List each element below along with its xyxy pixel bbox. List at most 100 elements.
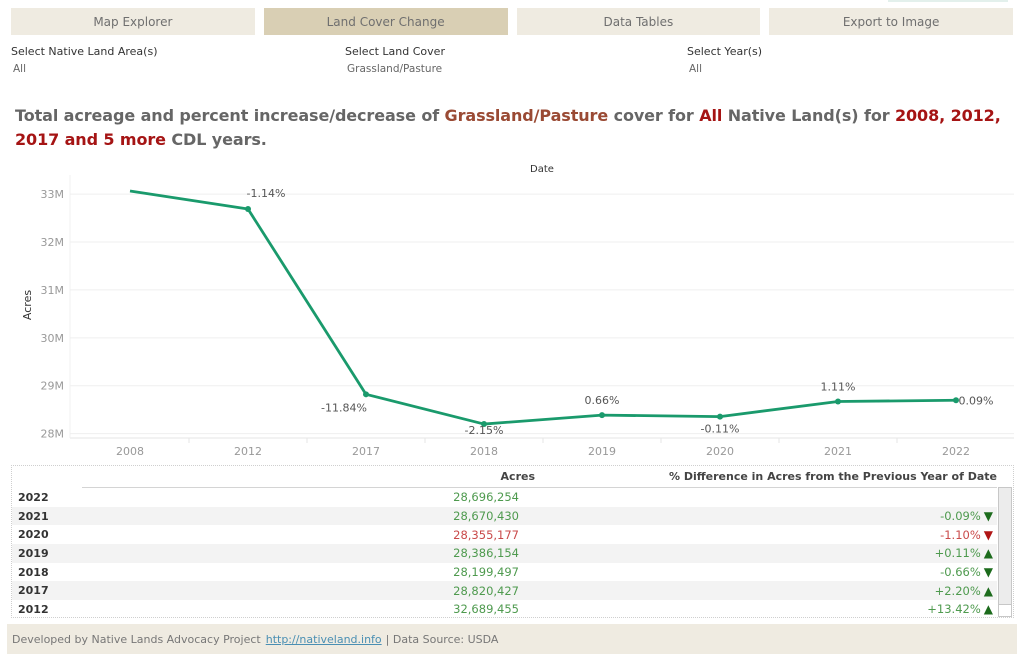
year-filter-value[interactable]: All [687, 63, 762, 75]
table-row: 2021 28,670,430 -0.09% ▼ [12, 506, 997, 526]
row-acres: 32,689,455 [453, 602, 519, 617]
title-land-cover: Grassland/Pasture [444, 106, 609, 125]
year-filter[interactable]: Select Year(s) All [687, 45, 762, 75]
x-tick-label: 2021 [824, 445, 852, 458]
row-pct-value: +2.20% [934, 583, 981, 598]
data-label: 0.09% [959, 394, 994, 407]
row-acres: 28,670,430 [453, 509, 519, 524]
data-label: 1.11% [821, 380, 856, 393]
land-cover-filter[interactable]: Select Land Cover Grassland/Pasture [345, 45, 445, 75]
row-acres: 28,820,427 [453, 583, 519, 598]
footer-source: | Data Source: USDA [385, 632, 499, 646]
row-year: 2021 [18, 509, 49, 523]
land-cover-filter-label: Select Land Cover [345, 45, 445, 58]
row-pct: +13.42% ▲ [927, 602, 993, 616]
line-chart: Date Acres 28M 29M 30M 31M 32M 33M 2008 2012 201… [21, 164, 1014, 458]
row-year: 2022 [18, 490, 49, 504]
down-triangle-icon: ▼ [983, 527, 993, 542]
row-pct-value: -0.09% [940, 509, 981, 524]
scrollbar-thumb[interactable] [999, 488, 1011, 605]
data-table: Acres % Difference in Acres from the Pre… [11, 465, 1014, 618]
footer-credit: Developed by Native Lands Advocacy Proje… [12, 632, 261, 646]
row-pct-value: -1.10% [940, 527, 981, 542]
x-tick-label: 2020 [706, 445, 734, 458]
title-text: CDL years. [165, 130, 267, 149]
row-pct: -0.66% ▼ [940, 565, 993, 579]
data-point[interactable] [599, 412, 605, 419]
data-label: -1.14% [247, 187, 286, 200]
table-row: 2018 28,199,497 -0.66% ▼ [12, 563, 997, 582]
title-text: cover for [608, 106, 700, 125]
nav-tabs: Map Explorer Land Cover Change Data Tabl… [11, 8, 1013, 35]
header-pct-difference[interactable]: % Difference in Acres from the Previous … [669, 470, 997, 483]
x-tick-label: 2022 [942, 445, 970, 458]
row-pct: +2.20% ▲ [935, 584, 993, 598]
tab-export-to-image[interactable]: Export to Image [769, 8, 1013, 35]
x-tick-label: 2017 [352, 445, 380, 458]
row-pct-value: +0.11% [934, 546, 981, 561]
table-header: Acres % Difference in Acres from the Pre… [12, 466, 1013, 487]
down-triangle-icon: ▼ [983, 509, 993, 524]
title-text: Total acreage and percent increase/decre… [15, 106, 445, 125]
row-pct-value: -0.66% [940, 565, 981, 580]
header-acres[interactable]: Acres [501, 470, 535, 483]
row-pct-value: +13.42% [927, 602, 981, 617]
y-tick-label: 31M [41, 284, 65, 297]
row-year: 2019 [18, 546, 49, 560]
row-acres: 28,696,254 [453, 490, 519, 505]
tab-land-cover-change[interactable]: Land Cover Change [263, 8, 508, 35]
row-acres: 28,386,154 [453, 546, 519, 561]
table-body: 2022 28,696,254 2021 28,670,430 -0.09% ▼ 2020 2… [12, 488, 997, 619]
native-land-filter[interactable]: Select Native Land Area(s) All [11, 45, 158, 75]
row-acres: 28,199,497 [453, 565, 519, 580]
tab-map-explorer[interactable]: Map Explorer [11, 8, 255, 35]
tab-data-tables[interactable]: Data Tables [516, 8, 761, 35]
native-land-filter-label: Select Native Land Area(s) [11, 45, 158, 58]
data-point[interactable] [717, 413, 723, 420]
data-point[interactable] [835, 398, 841, 405]
row-pct: -0.09% ▼ [940, 509, 993, 523]
land-cover-filter-value[interactable]: Grassland/Pasture [345, 63, 445, 75]
x-tick-label: 2019 [588, 445, 616, 458]
year-filter-label: Select Year(s) [687, 45, 763, 58]
up-triangle-icon: ▲ [983, 583, 993, 598]
down-triangle-icon: ▼ [983, 565, 993, 580]
y-tick-label: 28M [41, 428, 65, 441]
title-text: Native Land(s) for [722, 106, 895, 125]
data-label: -0.11% [701, 423, 740, 436]
native-land-filter-value[interactable]: All [11, 63, 158, 75]
row-year: 2018 [18, 565, 49, 579]
row-pct: +0.11% ▲ [935, 546, 993, 560]
y-tick-label: 30M [41, 332, 65, 345]
footer-link[interactable]: http://nativeland.info [266, 633, 382, 646]
row-year: 2020 [18, 528, 49, 542]
table-row: 2020 28,355,177 -1.10% ▼ [12, 525, 997, 544]
data-label: -11.84% [321, 401, 367, 414]
page-title: Total acreage and percent increase/decre… [15, 104, 1005, 152]
table-row: 2012 32,689,455 +13.42% ▲ [12, 600, 997, 619]
row-acres: 28,355,177 [453, 527, 519, 542]
y-tick-label: 32M [41, 236, 65, 249]
x-tick-label: 2018 [470, 445, 498, 458]
table-row: 2017 28,820,427 +2.20% ▲ [12, 581, 997, 601]
x-tick-label: 2008 [116, 445, 144, 458]
row-year: 2012 [18, 602, 49, 616]
table-row: 2022 28,696,254 [12, 488, 997, 507]
y-axis-title: Acres [21, 290, 34, 320]
data-point[interactable] [245, 206, 251, 213]
up-triangle-icon: ▲ [983, 546, 993, 561]
table-row: 2019 28,386,154 +0.11% ▲ [12, 544, 997, 563]
data-label: -2.15% [465, 424, 504, 437]
up-triangle-icon: ▲ [983, 602, 993, 617]
title-area: All [699, 106, 723, 125]
footer: Developed by Native Lands Advocacy Proje… [7, 624, 1017, 654]
x-tick-label: 2012 [234, 445, 262, 458]
row-year: 2017 [18, 584, 49, 598]
top-accent-bar [888, 0, 1008, 2]
y-tick-label: 33M [41, 188, 65, 201]
data-point[interactable] [363, 391, 369, 398]
data-label: 0.66% [585, 394, 620, 407]
y-tick-label: 29M [41, 380, 65, 393]
x-axis-title: Date [530, 164, 554, 175]
table-scrollbar[interactable] [998, 487, 1012, 617]
